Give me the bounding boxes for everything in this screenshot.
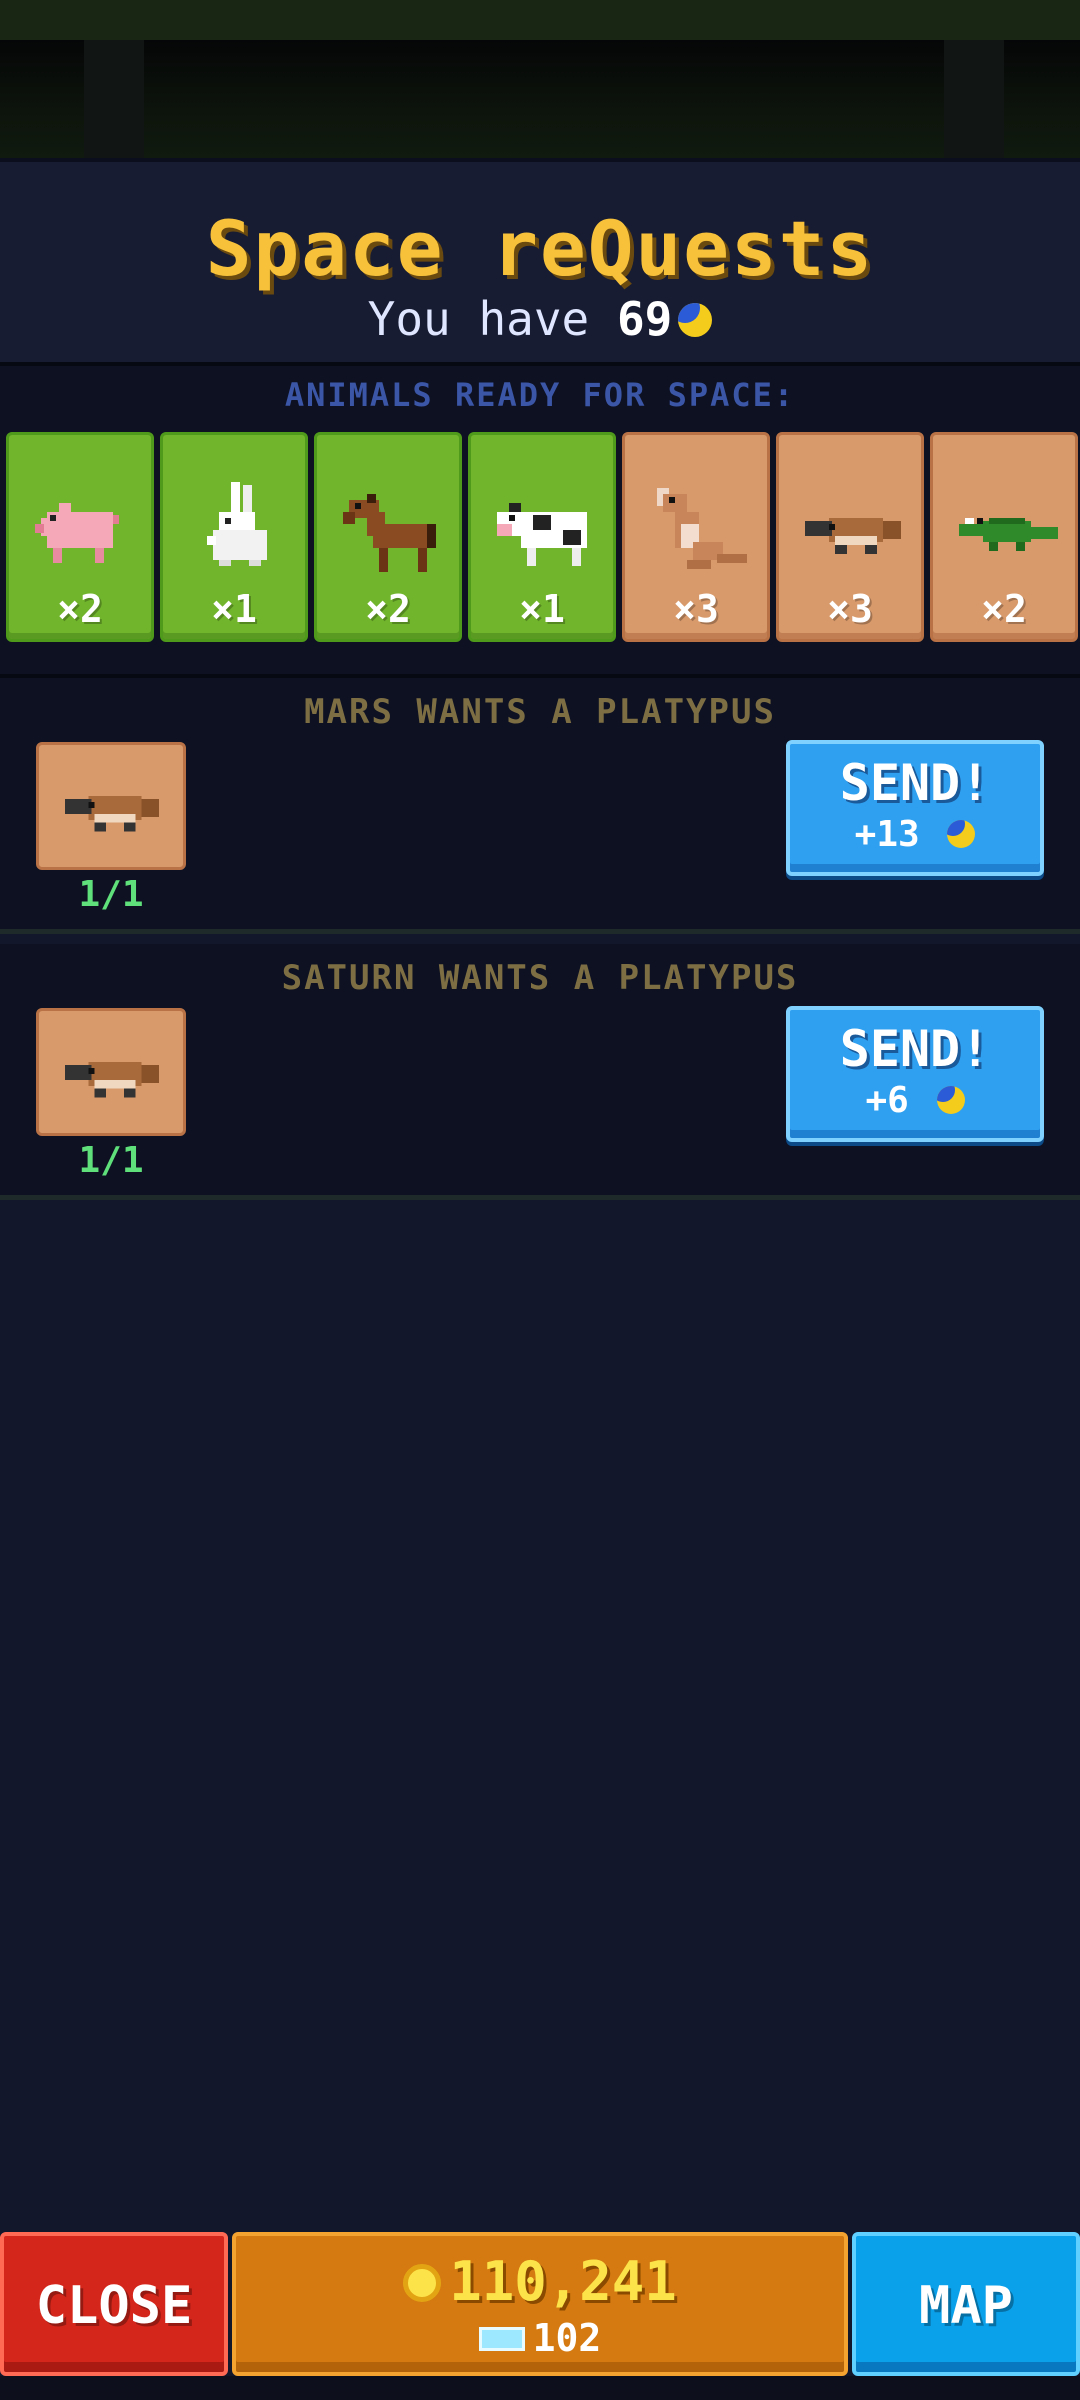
- horse-icon: [343, 494, 436, 572]
- scene-pillar: [84, 40, 144, 158]
- coin-value: 110,241: [449, 2250, 677, 2313]
- moon-currency-icon: [678, 303, 713, 337]
- animal-count: ×3: [673, 587, 719, 631]
- gem-balance: 102: [236, 2316, 844, 2360]
- cow-icon: [497, 503, 587, 566]
- currency-panel: 110,241 102: [232, 2232, 848, 2376]
- platypus-icon: [64, 796, 160, 832]
- ready-animals-label: ANIMALS READY FOR SPACE:: [284, 376, 796, 414]
- close-button-label: CLOSE: [35, 2276, 193, 2336]
- requests-header: Space reQuests You have 69: [0, 158, 1080, 362]
- request-row: SATURN WANTS A PLATYPUS 1/1 SEND! +6: [0, 944, 1080, 1200]
- send-button[interactable]: SEND! +6: [786, 1006, 1044, 1142]
- animal-count: ×2: [981, 587, 1027, 631]
- request-label: SATURN WANTS A PLATYPUS: [281, 958, 799, 998]
- animal-card-crocodile[interactable]: ×2: [930, 432, 1078, 642]
- map-button[interactable]: MAP: [852, 2232, 1080, 2376]
- reward-value: +13: [854, 814, 920, 855]
- send-reward: +6: [790, 1080, 1040, 1121]
- game-scene-backdrop: [0, 40, 1080, 158]
- animal-count: ×2: [365, 587, 411, 631]
- request-progress: 1/1: [78, 874, 144, 915]
- status-bar-area: [0, 0, 1080, 40]
- animal-card-cow[interactable]: ×1: [468, 432, 616, 642]
- animal-card-row: ×2 ×1 ×2 ×1 ×3 ×3 ×2: [6, 432, 1080, 642]
- animal-card-pig[interactable]: ×2: [6, 432, 154, 642]
- moon-currency-icon: [936, 1086, 965, 1114]
- ready-animals-panel: ANIMALS READY FOR SPACE: ×2 ×1 ×2 ×1 ×3 …: [0, 362, 1080, 678]
- balance-prefix: You have: [367, 292, 590, 346]
- moon-currency-icon: [947, 820, 976, 848]
- reward-value: +6: [865, 1080, 909, 1121]
- animal-count: ×1: [519, 587, 565, 631]
- animal-card-horse[interactable]: ×2: [314, 432, 462, 642]
- request-progress: 1/1: [78, 1140, 144, 1181]
- animal-count: ×3: [827, 587, 873, 631]
- crocodile-icon: [959, 518, 1058, 551]
- gem-icon: [478, 2327, 525, 2351]
- page-title: Space reQuests: [205, 204, 875, 293]
- requested-animal-card: [36, 1008, 186, 1136]
- send-reward: +13: [790, 814, 1040, 855]
- send-button[interactable]: SEND! +13: [786, 740, 1044, 876]
- platypus-icon: [805, 518, 901, 554]
- map-button-label: MAP: [919, 2276, 1013, 2336]
- send-button-label: SEND!: [839, 1020, 991, 1078]
- animal-card-rabbit[interactable]: ×1: [160, 432, 308, 642]
- close-button[interactable]: CLOSE: [0, 2232, 228, 2376]
- bottom-toolbar: CLOSE 110,241 102 MAP: [0, 2232, 1080, 2376]
- animal-count: ×1: [211, 587, 257, 631]
- animal-card-platypus[interactable]: ×3: [776, 432, 924, 642]
- navigation-bar-area: [0, 2376, 1080, 2400]
- gem-value: 102: [532, 2316, 602, 2360]
- request-label: MARS WANTS A PLATYPUS: [304, 692, 776, 732]
- request-row: MARS WANTS A PLATYPUS 1/1 SEND! +13: [0, 678, 1080, 934]
- scene-pillar: [944, 40, 1004, 158]
- send-button-label: SEND!: [839, 754, 991, 812]
- coin-icon: [403, 2264, 442, 2302]
- rabbit-icon: [207, 482, 267, 566]
- kangaroo-icon: [657, 488, 747, 569]
- balance-value: 69: [616, 292, 673, 346]
- balance-line: You have 69: [0, 292, 1080, 346]
- pig-icon: [35, 503, 119, 563]
- coin-balance: 110,241: [236, 2250, 844, 2313]
- requested-animal-card: [36, 742, 186, 870]
- animal-count: ×2: [57, 587, 103, 631]
- platypus-icon: [64, 1062, 160, 1098]
- animal-card-kangaroo[interactable]: ×3: [622, 432, 770, 642]
